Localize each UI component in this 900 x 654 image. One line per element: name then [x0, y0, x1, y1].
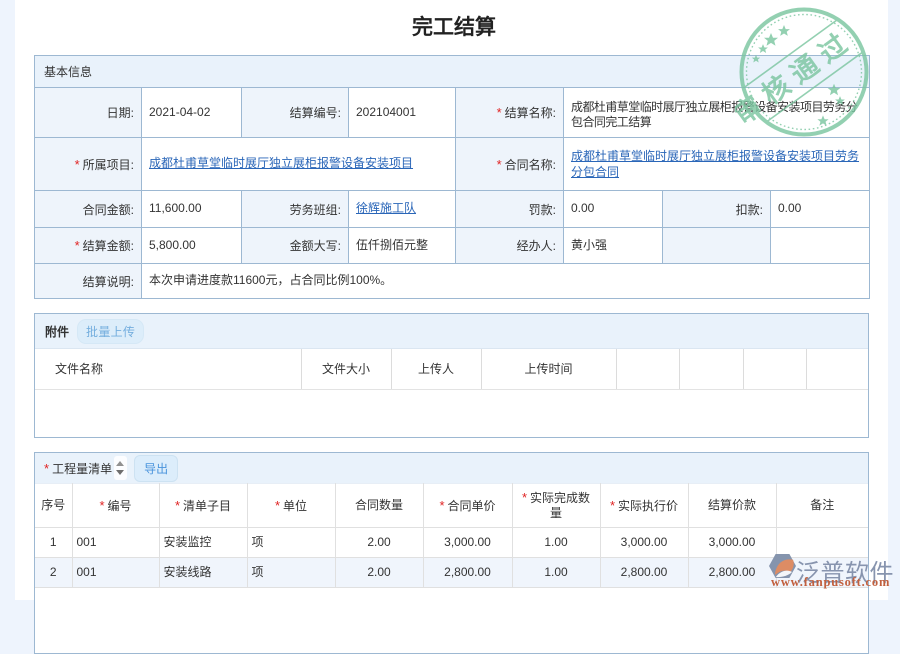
- svg-text:审核通过: 审核通过: [735, 23, 859, 130]
